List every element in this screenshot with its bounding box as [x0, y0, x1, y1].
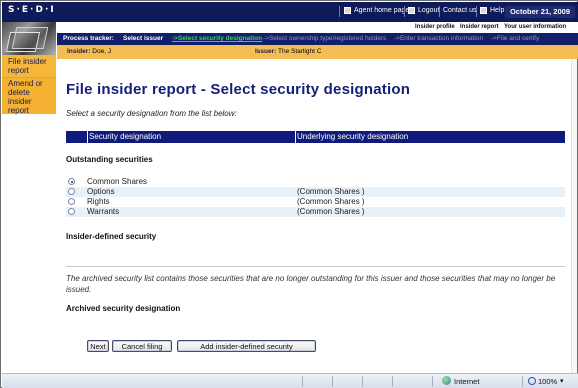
insider-name: Doe, J: [92, 48, 112, 55]
top-navigation-bar: S·E·D·I Agent home page Logout Contact u…: [2, 2, 578, 22]
instruction-text: Select a security designation from the l…: [66, 109, 237, 118]
sidebar-item-amend-or-delete[interactable]: Amend or delete insider report: [2, 77, 56, 115]
issuer-name: The Starlight C: [278, 48, 322, 55]
chevron-down-icon[interactable]: ▾: [560, 377, 564, 385]
process-tracker-label: Process tracker:: [63, 35, 114, 42]
sidebar-banner-image: [2, 22, 56, 55]
divider: [66, 266, 565, 267]
table-row[interactable]: Warrants (Common Shares ): [66, 207, 565, 217]
security-radio-warrants[interactable]: [68, 208, 75, 215]
tracker-step-select-issuer: Select issuer: [123, 35, 164, 42]
zoom-level[interactable]: 100%: [538, 377, 557, 386]
insider-issuer-bar: Insider: Doe, J Issuer: The Starlight C: [57, 45, 578, 59]
help-link[interactable]: Help: [480, 7, 504, 14]
logout-icon: [408, 7, 415, 14]
contact-us-link[interactable]: Contact us: [443, 7, 476, 14]
divider: [339, 6, 340, 17]
tracker-step-select-security-designation: ->Select security designation: [172, 35, 263, 42]
user-information-link[interactable]: Your user information: [504, 24, 566, 30]
divider: [476, 6, 477, 17]
column-header-security-designation: Security designation: [66, 131, 296, 143]
home-icon: [344, 7, 351, 14]
agent-home-link[interactable]: Agent home page: [344, 7, 409, 14]
scrollbar-track[interactable]: [571, 59, 577, 373]
outstanding-securities-heading: Outstanding securities: [66, 155, 153, 164]
insider-profile-link[interactable]: Insider profile: [415, 24, 455, 30]
secondary-nav: Insider profile Insider report Your user…: [57, 22, 578, 33]
globe-icon: [442, 376, 451, 385]
browser-status-bar: Internet 100% ▾: [2, 373, 578, 388]
table-row[interactable]: Rights (Common Shares ): [66, 197, 565, 207]
add-insider-defined-security-button[interactable]: Add insider-defined security: [177, 340, 316, 352]
insider-defined-security-heading: Insider-defined security: [66, 232, 157, 241]
page-title: File insider report - Select security de…: [66, 81, 411, 98]
help-icon: [480, 7, 487, 14]
process-tracker: Process tracker: Select issuer ->Select …: [57, 33, 578, 45]
sidebar-item-file-insider-report[interactable]: File insider report: [2, 55, 56, 77]
security-radio-common-shares[interactable]: [68, 178, 75, 185]
tracker-step-file-and-certify: ->File and certify: [491, 35, 540, 42]
sedi-logo: S·E·D·I: [8, 5, 56, 15]
next-button[interactable]: Next: [87, 340, 109, 352]
logout-link[interactable]: Logout: [408, 7, 439, 14]
left-sidebar: File insider report Amend or delete insi…: [2, 22, 56, 115]
security-radio-options[interactable]: [68, 188, 75, 195]
archived-security-heading: Archived security designation: [66, 304, 181, 313]
table-row[interactable]: Common Shares: [66, 177, 565, 187]
column-header-underlying-security: Underlying security designation: [297, 132, 409, 141]
archived-note: The archived security list contains thos…: [66, 274, 556, 294]
divider: [404, 6, 405, 17]
table-row[interactable]: Options (Common Shares ): [66, 187, 565, 197]
cancel-filing-button[interactable]: Cancel filing: [112, 340, 172, 352]
issuer-info: Issuer: The Starlight C: [255, 48, 322, 55]
security-table-header: Security designation Underlying security…: [66, 131, 565, 143]
tracker-step-select-ownership: ->Select ownership type/registered holde…: [263, 35, 387, 42]
security-zone: Internet: [454, 377, 480, 386]
insider-report-link[interactable]: Insider report: [460, 24, 499, 30]
current-date: October 21, 2009: [504, 6, 575, 18]
browser-window: S·E·D·I Agent home page Logout Contact u…: [0, 0, 578, 388]
divider: [439, 6, 440, 17]
security-radio-rights[interactable]: [68, 198, 75, 205]
zoom-icon[interactable]: [528, 377, 536, 385]
insider-info: Insider: Doe, J: [67, 48, 112, 55]
tracker-step-enter-transaction: ->Enter transaction information: [394, 35, 484, 42]
